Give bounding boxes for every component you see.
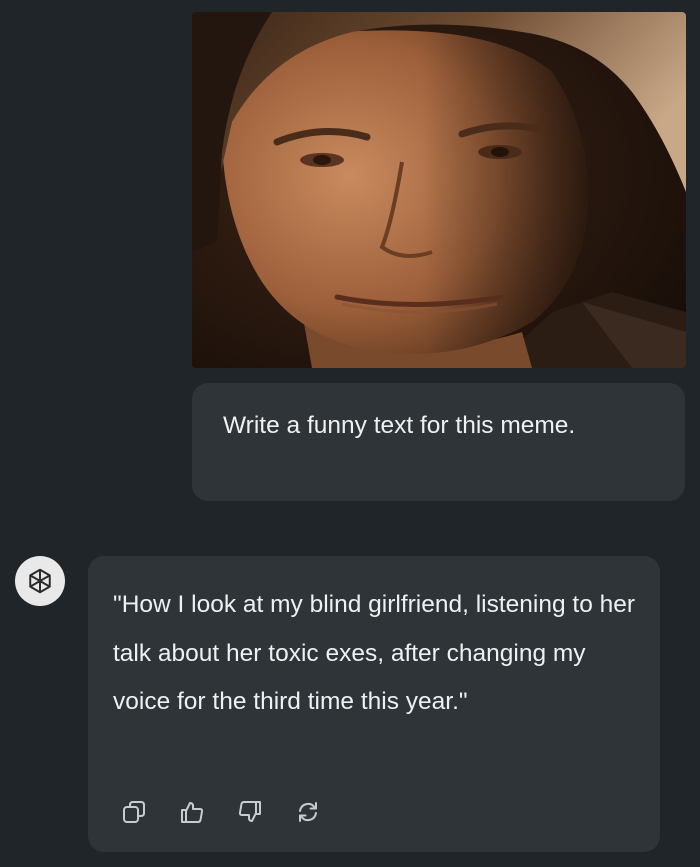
thumbs-down-icon: [238, 801, 261, 822]
thumbs-up-button[interactable]: [176, 796, 208, 828]
message-actions: [118, 796, 324, 828]
openai-logo-icon: [29, 568, 51, 594]
thumbs-up-icon: [181, 802, 204, 823]
user-uploaded-image[interactable]: [192, 12, 686, 368]
assistant-message-text: "How I look at my blind girlfriend, list…: [113, 591, 636, 715]
assistant-message-bubble: "How I look at my blind girlfriend, list…: [88, 556, 660, 852]
meme-face-photo: [192, 12, 686, 368]
thumbs-down-button[interactable]: [234, 796, 266, 828]
copy-button[interactable]: [118, 796, 150, 828]
user-message-bubble: Write a funny text for this meme.: [192, 383, 685, 501]
copy-icon: [123, 801, 145, 823]
user-message-text: Write a funny text for this meme.: [223, 412, 576, 439]
refresh-icon: [299, 802, 317, 822]
regenerate-button[interactable]: [292, 796, 324, 828]
chatgpt-logo-icon: [15, 556, 65, 606]
